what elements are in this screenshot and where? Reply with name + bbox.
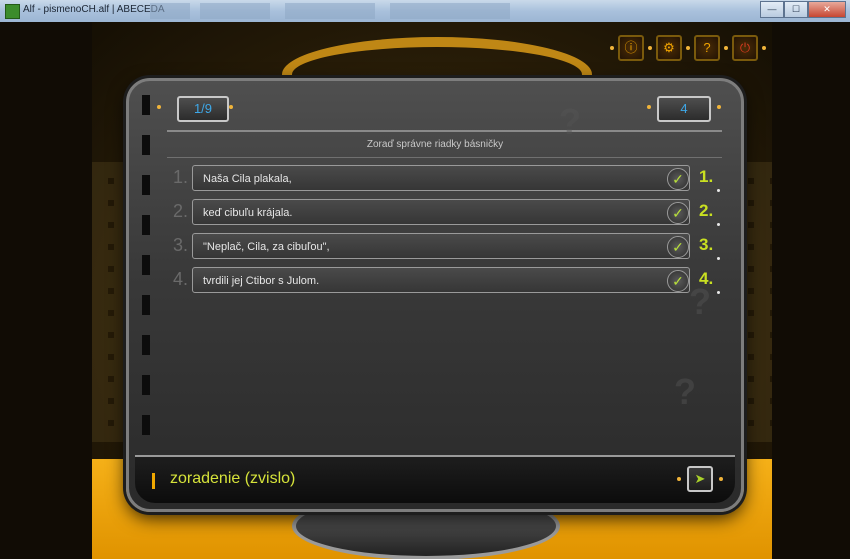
titlebar-decoration (150, 3, 190, 19)
exercise-panel: 1/9 4 Zoraď správne riadky básničky ? ? … (126, 78, 744, 512)
window-titlebar: Alf - pismenoCH.alf | ABECEDA — ☐ ✕ (0, 0, 850, 23)
info-icon[interactable]: ⓘ (618, 35, 644, 61)
row-number-left: 1. (173, 167, 189, 187)
bottom-bar: zoradenie (zvislo) ➤ (135, 455, 735, 503)
titlebar-decoration (200, 3, 270, 19)
exit-icon[interactable]: ⏻ (732, 35, 758, 61)
next-arrow-button[interactable]: ➤ (687, 466, 713, 492)
header-dot (157, 105, 161, 109)
row-number-left: 4. (173, 269, 189, 289)
top-toolbar: ⓘ ⚙ ? ⏻ (610, 35, 766, 61)
score-counter: 4 (657, 96, 711, 122)
instruction-divider (167, 157, 722, 158)
poem-line-box[interactable]: tvrdili jej Ctibor s Julom. (192, 267, 690, 293)
toolbar-dot (724, 46, 728, 50)
instruction-text: Zoraď správne riadky básničky (366, 139, 504, 150)
poem-line-box[interactable]: "Neplač, Cila, za cibuľou", (192, 233, 690, 259)
poem-line-box[interactable]: keď cibuľu krájala. (192, 199, 690, 225)
check-icon: ✓ (667, 202, 689, 224)
window-controls: — ☐ ✕ (760, 1, 846, 18)
list-item: 1. Naša Cila plakala, ✓ 1. (159, 165, 729, 193)
row-number-right: 1. (699, 167, 714, 186)
check-icon: ✓ (667, 168, 689, 190)
header-dot (229, 105, 233, 109)
check-icon: ✓ (667, 236, 689, 258)
decorative-question-mark: ? (559, 101, 581, 142)
header-dot (717, 105, 721, 109)
list-item: 4. tvrdili jej Ctibor s Julom. ✓ 4. (159, 267, 729, 295)
row-dot (717, 223, 720, 226)
row-number-right: 4. (699, 269, 714, 288)
toolbar-dot (686, 46, 690, 50)
header-divider (167, 130, 722, 132)
settings-icon[interactable]: ⚙ (656, 35, 682, 61)
toolbar-dot (648, 46, 652, 50)
exercise-mode-label: zoradenie (zvislo) (170, 470, 296, 487)
titlebar-decoration (285, 3, 375, 19)
help-icon[interactable]: ? (694, 35, 720, 61)
bottom-dot (719, 477, 723, 481)
close-button[interactable]: ✕ (808, 1, 846, 18)
row-number-left: 2. (173, 201, 189, 221)
row-dot (717, 257, 720, 260)
list-item: 3. "Neplač, Cila, za cibuľou", ✓ 3. (159, 233, 729, 261)
maximize-button[interactable]: ☐ (784, 1, 808, 18)
minimize-button[interactable]: — (760, 1, 784, 18)
window-title: Alf - pismenoCH.alf | ABECEDA (23, 4, 165, 15)
row-number-right: 3. (699, 235, 714, 254)
app-icon (5, 4, 20, 19)
decorative-question-mark: ? (674, 371, 696, 412)
toolbar-dot (610, 46, 614, 50)
left-margin (0, 22, 92, 559)
titlebar-decoration (390, 3, 510, 19)
row-dot (717, 291, 720, 294)
row-dot (717, 189, 720, 192)
row-number-right: 2. (699, 201, 714, 220)
page-counter: 1/9 (177, 96, 229, 122)
bottom-bar-marker (152, 473, 155, 489)
right-margin (772, 22, 850, 559)
toolbar-dot (762, 46, 766, 50)
header-dot (647, 105, 651, 109)
list-item: 2. keď cibuľu krájala. ✓ 2. (159, 199, 729, 227)
check-icon: ✓ (667, 270, 689, 292)
row-number-left: 3. (173, 235, 189, 255)
bottom-dot (677, 477, 681, 481)
poem-line-box[interactable]: Naša Cila plakala, (192, 165, 690, 191)
